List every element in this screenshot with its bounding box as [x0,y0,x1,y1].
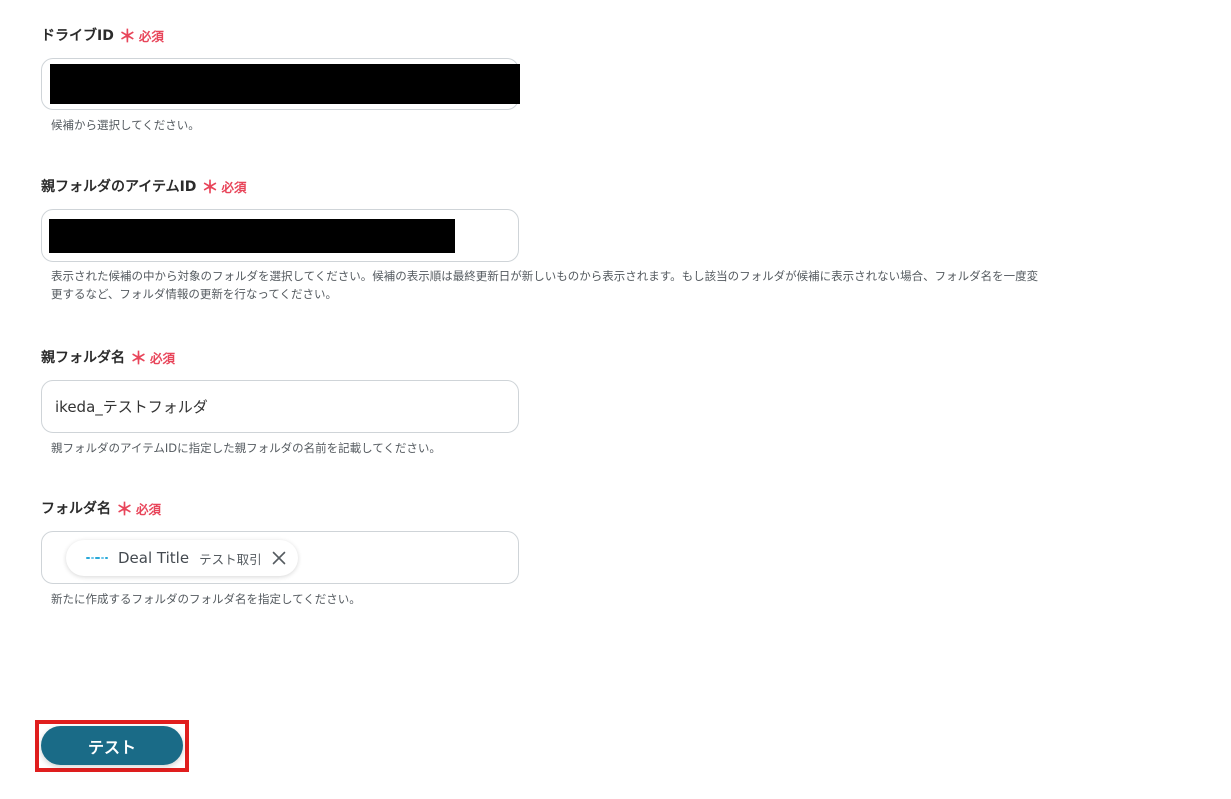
required-badge: 必須 [136,501,162,517]
drive-id-label-row: ドライブID ＊ 必須 [41,24,519,46]
parent-folder-name-label-row: 親フォルダ名 ＊ 必須 [41,346,519,368]
required-star-icon: ＊ [130,348,147,369]
parent-folder-item-id-input[interactable] [41,209,519,262]
help-line-2: 更するなど、フォルダ情報の更新を行なってください。 [51,287,338,301]
drive-id-help: 候補から選択してください。 [51,118,200,132]
test-button[interactable]: テスト [41,726,183,765]
required-star-icon: ＊ [116,499,133,520]
parent-folder-name-field: 親フォルダ名 ＊ 必須 ikeda_テストフォルダ 親フォルダのアイテムIDに指… [41,346,519,457]
app-logo-icon [86,554,108,562]
parent-folder-name-input[interactable]: ikeda_テストフォルダ [41,380,519,433]
chip-subtitle: テスト取引 [199,551,262,567]
parent-folder-item-id-field: 親フォルダのアイテムID ＊ 必須 表示された候補の中から対象のフォルダを選択し… [41,175,1181,303]
folder-name-label-row: フォルダ名 ＊ 必須 [41,497,519,519]
parent-folder-name-label: 親フォルダ名 [41,350,125,366]
variable-chip[interactable]: Deal Title テスト取引 [66,540,298,576]
drive-id-label: ドライブID [41,28,114,44]
required-star-icon: ＊ [201,177,219,198]
redacted-value [50,64,520,104]
folder-name-help: 新たに作成するフォルダのフォルダ名を指定してください。 [51,592,361,606]
parent-folder-item-id-label: 親フォルダのアイテムID [41,179,197,195]
parent-folder-item-id-label-row: 親フォルダのアイテムID ＊ 必須 [41,175,1181,197]
close-icon[interactable] [272,551,286,565]
required-badge: 必須 [138,28,164,44]
parent-folder-item-id-help: 表示された候補の中から対象のフォルダを選択してください。候補の表示順は最終更新日… [41,267,1181,303]
parent-folder-name-help: 親フォルダのアイテムIDに指定した親フォルダの名前を記載してください。 [51,441,441,455]
folder-name-label: フォルダ名 [41,501,111,517]
required-star-icon: ＊ [118,26,136,47]
drive-id-input[interactable] [41,58,520,110]
required-badge: 必須 [221,179,247,195]
drive-id-field: ドライブID ＊ 必須 候補から選択してください。 [41,24,520,134]
folder-name-field: フォルダ名 ＊ 必須 Deal Title テスト取引 新たに作成するフォルダの… [41,497,519,608]
chip-title: Deal Title [118,549,190,567]
help-line-1: 表示された候補の中から対象のフォルダを選択してください。候補の表示順は最終更新日… [51,269,1039,283]
required-badge: 必須 [150,350,176,366]
folder-name-input[interactable]: Deal Title テスト取引 [41,531,519,584]
redacted-value [49,219,455,253]
parent-folder-name-value: ikeda_テストフォルダ [55,398,208,416]
form-page: ドライブID ＊ 必須 候補から選択してください。 親フォルダのアイテムID ＊… [0,0,1231,799]
